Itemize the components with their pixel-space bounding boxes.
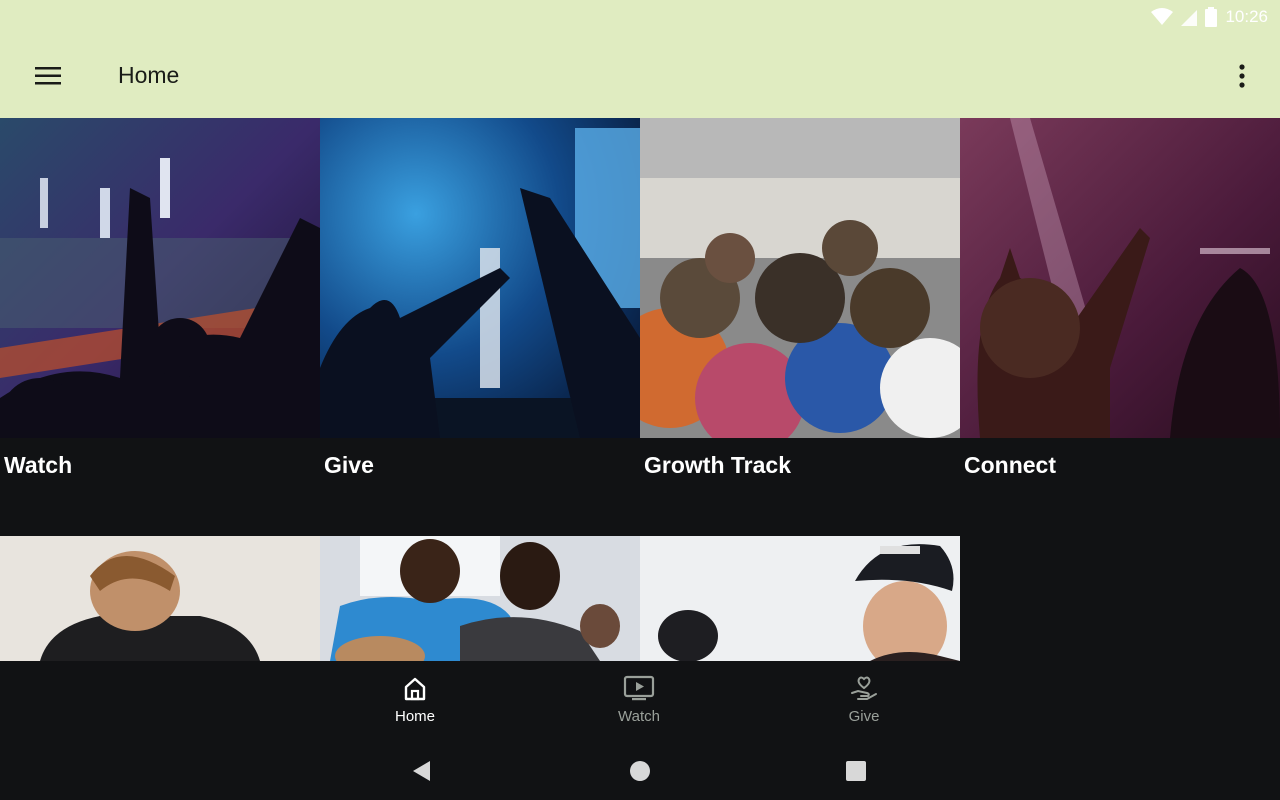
- tile-watch-label: Watch: [4, 452, 73, 478]
- nav-item-home-label: Home: [394, 708, 435, 725]
- home-icon: [404, 677, 426, 701]
- tile-give[interactable]: Give: [320, 118, 640, 536]
- tile-connect[interactable]: Connect: [960, 118, 1280, 536]
- tile-row2-2[interactable]: [320, 536, 640, 662]
- tile-watch[interactable]: Watch: [0, 118, 320, 536]
- system-navigation-bar: [0, 740, 1280, 800]
- nav-item-give[interactable]: Give: [804, 662, 924, 740]
- battery-icon: [1205, 7, 1218, 27]
- status-icons: 10:26: [1151, 6, 1268, 28]
- system-back-button[interactable]: [408, 756, 438, 786]
- tile-row2-1[interactable]: [0, 536, 320, 662]
- tile-row2-1-image: [0, 536, 320, 661]
- tv-play-icon: [623, 675, 655, 701]
- menu-button[interactable]: [24, 52, 72, 100]
- tile-row2-2-image: [320, 536, 640, 661]
- content-grid: Watch Give Growth Track Connect: [0, 118, 1280, 662]
- nav-item-home[interactable]: Home: [355, 662, 475, 740]
- more-vertical-icon: [1239, 64, 1245, 88]
- system-recents-button[interactable]: [841, 756, 871, 786]
- status-time: 10:26: [1225, 7, 1268, 26]
- hamburger-menu-icon: [35, 67, 61, 85]
- recents-icon: [846, 761, 866, 781]
- tile-watch-image: [0, 118, 320, 438]
- nav-item-watch[interactable]: Watch: [579, 662, 699, 740]
- more-options-button[interactable]: [1222, 52, 1262, 100]
- status-bar: 10:26: [0, 0, 1280, 36]
- tile-row2-3[interactable]: [640, 536, 960, 662]
- tile-give-label: Give: [324, 452, 374, 478]
- tile-give-image: [320, 118, 640, 438]
- tile-growth-track-label: Growth Track: [644, 452, 791, 478]
- tile-row2-3-image: [640, 536, 960, 661]
- home-circle-icon: [630, 761, 650, 781]
- signal-icon: [1181, 10, 1198, 26]
- tile-connect-image: [960, 118, 1280, 438]
- back-icon: [413, 761, 430, 781]
- app-bar: Home: [0, 36, 1280, 118]
- nav-item-watch-label: Watch: [618, 708, 660, 725]
- bottom-navigation: Home Watch Give: [0, 662, 1280, 740]
- page-title: Home: [118, 62, 180, 88]
- tile-connect-label: Connect: [964, 452, 1056, 478]
- tile-growth-track[interactable]: Growth Track: [640, 118, 960, 536]
- system-home-button[interactable]: [625, 756, 655, 786]
- tile-growth-track-image: [640, 118, 960, 438]
- nav-item-give-label: Give: [848, 708, 880, 725]
- heart-hand-icon: [851, 676, 877, 700]
- wifi-icon: [1151, 8, 1174, 25]
